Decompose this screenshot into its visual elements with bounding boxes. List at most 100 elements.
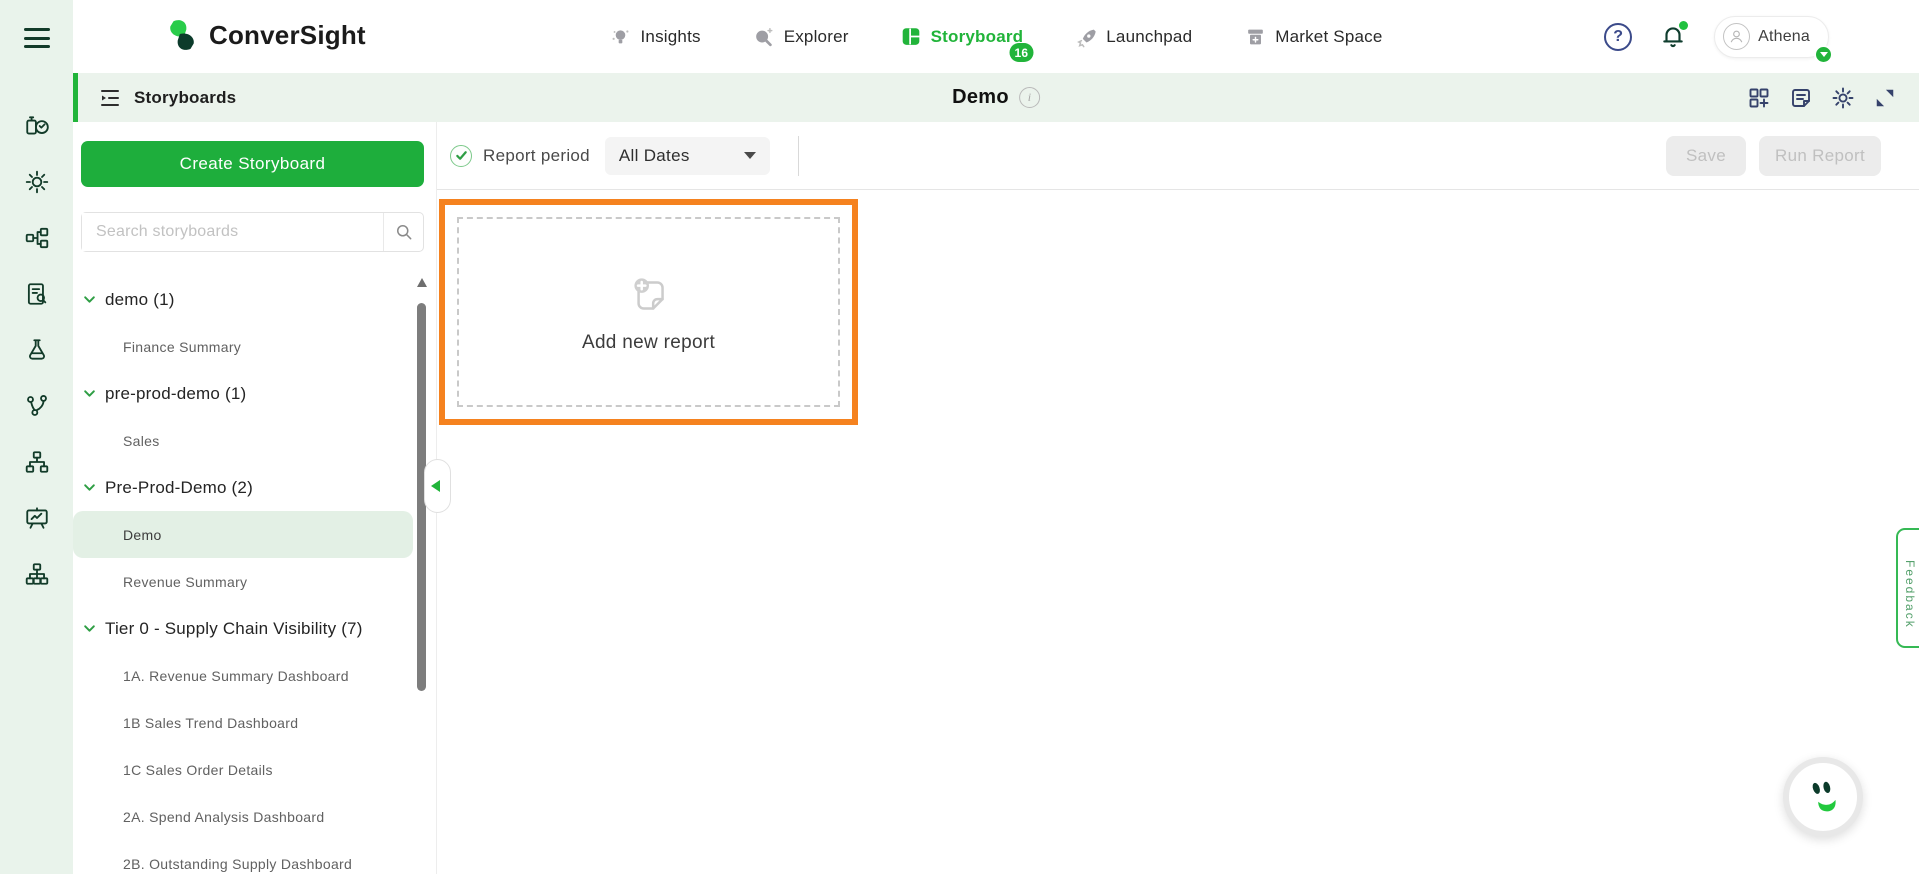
tree-item-label: Revenue Summary (123, 574, 247, 590)
user-menu[interactable]: Athena (1714, 16, 1829, 58)
nav-launchpad[interactable]: Launchpad (1075, 26, 1192, 48)
org-chart-icon[interactable] (23, 560, 51, 588)
tree-item[interactable]: 2A. Spend Analysis Dashboard (73, 793, 413, 840)
tree-item[interactable]: Finance Summary (73, 323, 413, 370)
user-name: Athena (1758, 28, 1810, 46)
athena-chat-bubble[interactable] (1783, 757, 1863, 837)
user-dropdown-badge[interactable] (1814, 45, 1833, 64)
document-search-icon[interactable] (23, 280, 51, 308)
tree-item-selected[interactable]: Demo (73, 511, 413, 558)
tree-group-label: pre-prod-demo (1) (105, 384, 246, 404)
panel-collapse-handle[interactable] (424, 459, 451, 513)
tree-item[interactable]: Sales (73, 417, 413, 464)
tree-group-tier0[interactable]: Tier 0 - Supply Chain Visibility (7) (73, 605, 413, 652)
scroll-up-arrow[interactable] (417, 278, 427, 287)
tree-group-pre-prod-demo-2[interactable]: Pre-Prod-Demo (2) (73, 464, 413, 511)
nav-label: Launchpad (1106, 27, 1192, 47)
add-report-icon (624, 270, 674, 320)
tree-item-label: Demo (123, 527, 162, 543)
nav-insights[interactable]: Insights (610, 26, 701, 48)
search-icon[interactable] (383, 213, 423, 251)
tree-item[interactable]: 1A. Revenue Summary Dashboard (73, 652, 413, 699)
top-right-cluster: ? Athena (1604, 0, 1829, 73)
expand-fullscreen-icon[interactable] (1873, 86, 1897, 110)
add-new-report-dropzone[interactable]: Add new report (457, 217, 840, 407)
conversight-logo-icon (165, 18, 199, 52)
notifications-bell-icon[interactable] (1660, 23, 1686, 51)
add-widget-grid-icon[interactable] (1747, 86, 1771, 110)
hierarchy-sitemap-icon[interactable] (23, 448, 51, 476)
nav-market-space[interactable]: Market Space (1244, 26, 1382, 48)
chevron-down-icon (83, 293, 96, 306)
help-glyph: ? (1613, 28, 1623, 46)
avatar (1723, 23, 1750, 50)
storyboards-side-panel: Create Storyboard demo (1) Finance Summa… (73, 122, 437, 874)
nav-storyboard[interactable]: Storyboard 16 (901, 26, 1024, 47)
search-input[interactable] (82, 213, 383, 251)
tree-item-label: Finance Summary (123, 339, 241, 355)
toolbar-actions: Save Run Report (1666, 136, 1881, 176)
brand-logo[interactable]: ConverSight (165, 18, 366, 52)
toolbar-divider (798, 136, 799, 176)
save-button[interactable]: Save (1666, 136, 1746, 176)
tree-item-label: Sales (123, 433, 160, 449)
tree-item-label: 1B Sales Trend Dashboard (123, 715, 298, 731)
storyboard-grid-icon (901, 26, 922, 47)
nav-explorer[interactable]: Explorer (753, 26, 849, 48)
tree-scrollbar[interactable] (417, 278, 427, 838)
panel-title: Storyboards (134, 88, 236, 108)
tree-group-label: Tier 0 - Supply Chain Visibility (7) (105, 619, 363, 639)
left-rail (0, 0, 73, 874)
tree-item-label: 2B. Outstanding Supply Dashboard (123, 856, 352, 872)
tree-item[interactable]: 1B Sales Trend Dashboard (73, 699, 413, 746)
collapse-left-arrow-icon (431, 480, 440, 492)
conversight-face-icon (1800, 774, 1846, 820)
page-title-block: Demo i (952, 73, 1040, 122)
assistant-dashboard-icon[interactable] (23, 112, 51, 140)
app-root: ConverSight Insights Explorer Storyboard… (0, 0, 1919, 874)
help-icon[interactable]: ? (1604, 23, 1632, 51)
chevron-down-icon (83, 481, 96, 494)
tree-group-label: demo (1) (105, 290, 175, 310)
add-new-report-card[interactable]: Add new report (439, 199, 858, 425)
nav-label: Market Space (1275, 27, 1382, 47)
top-bar: ConverSight Insights Explorer Storyboard… (73, 0, 1919, 73)
create-storyboard-button[interactable]: Create Storyboard (81, 141, 424, 187)
date-filter-dropdown[interactable]: All Dates (605, 137, 770, 175)
tree-item[interactable]: 2B. Outstanding Supply Dashboard (73, 840, 413, 874)
tree-item[interactable]: Revenue Summary (73, 558, 413, 605)
run-report-button[interactable]: Run Report (1759, 136, 1881, 176)
info-glyph: i (1028, 90, 1031, 105)
feedback-label: Feedback (1903, 560, 1917, 629)
storyboard-tree: demo (1) Finance Summary pre-prod-demo (… (73, 276, 413, 874)
hamburger-menu-icon[interactable] (24, 28, 50, 48)
launchpad-rocket-icon (1075, 26, 1097, 48)
pipeline-branch-icon[interactable] (23, 392, 51, 420)
tree-item[interactable]: 1C Sales Order Details (73, 746, 413, 793)
report-toolbar: Report period All Dates Save Run Report (437, 122, 1919, 190)
sub-header: Storyboards Demo i (73, 73, 1919, 122)
storyboards-panel-header[interactable]: Storyboards (98, 73, 236, 122)
chevron-down-icon (83, 622, 96, 635)
settings-gear-icon[interactable] (1831, 86, 1855, 110)
tree-group-pre-prod-demo[interactable]: pre-prod-demo (1) (73, 370, 413, 417)
notes-summary-icon[interactable] (1789, 86, 1813, 110)
nav-label: Explorer (784, 27, 849, 47)
rail-icon-list (0, 112, 73, 588)
storyboard-search (81, 212, 424, 252)
chevron-down-icon (83, 387, 96, 400)
workflow-nodes-icon[interactable] (23, 224, 51, 252)
tree-item-label: 1A. Revenue Summary Dashboard (123, 668, 349, 684)
tree-group-demo[interactable]: demo (1) (73, 276, 413, 323)
page-title: Demo (952, 86, 1009, 109)
chevron-down-icon (744, 152, 756, 159)
training-board-icon[interactable] (23, 504, 51, 532)
market-space-box-icon (1244, 26, 1266, 48)
storyboard-count-badge: 16 (1010, 43, 1034, 62)
feedback-tab[interactable]: Feedback (1896, 528, 1919, 648)
info-icon[interactable]: i (1019, 87, 1040, 108)
nav-label: Storyboard (931, 27, 1024, 47)
report-period-checkbox[interactable] (450, 145, 472, 167)
settings-gear-icon[interactable] (23, 168, 51, 196)
labs-flask-icon[interactable] (23, 336, 51, 364)
